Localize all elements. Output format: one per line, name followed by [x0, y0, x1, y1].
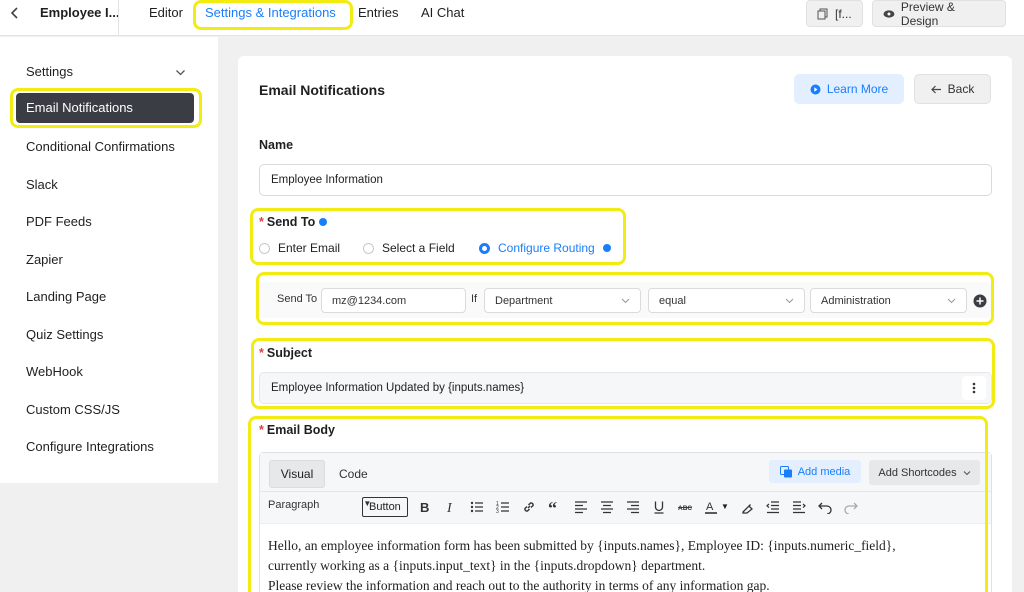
- divider: [118, 0, 119, 36]
- highlight-subject: [251, 338, 995, 409]
- eye-icon: [883, 9, 895, 18]
- name-input[interactable]: Employee Information: [259, 164, 992, 196]
- highlight-email-notifications: [10, 88, 202, 128]
- sidebar-item-webhook[interactable]: WebHook: [26, 364, 83, 379]
- tab-entries[interactable]: Entries: [358, 5, 398, 20]
- learn-more-label: Learn More: [826, 82, 889, 96]
- highlight-send-to: [250, 208, 626, 265]
- sidebar-item-slack[interactable]: Slack: [26, 177, 58, 192]
- sidebar-item-zapier[interactable]: Zapier: [26, 252, 63, 267]
- sidebar-item-settings[interactable]: Settings: [26, 64, 73, 79]
- top-bar: Employee I... Editor Settings & Integrat…: [0, 0, 1024, 36]
- preview-design-button[interactable]: Preview & Design: [872, 0, 1006, 28]
- shortcode-label: [f...: [835, 6, 852, 21]
- back-label: Back: [947, 82, 975, 96]
- name-label: Name: [259, 138, 294, 152]
- highlight-settings-tab: [193, 0, 353, 30]
- highlight-email-body: [248, 416, 988, 592]
- page-title: Email Notifications: [259, 82, 386, 98]
- arrow-left-icon: [930, 85, 941, 93]
- sidebar-item-landing-page[interactable]: Landing Page: [26, 289, 106, 304]
- shortcode-button[interactable]: [f...: [806, 0, 863, 27]
- chevron-left-icon[interactable]: [6, 4, 24, 22]
- highlight-routing: [256, 272, 994, 325]
- chevron-down-icon[interactable]: [175, 67, 186, 78]
- learn-more-button[interactable]: Learn More: [794, 74, 904, 104]
- sidebar-item-conditional-confirmations[interactable]: Conditional Confirmations: [26, 139, 175, 154]
- sidebar-item-configure-integrations[interactable]: Configure Integrations: [26, 439, 154, 454]
- tab-ai-chat[interactable]: AI Chat: [421, 5, 464, 20]
- play-circle-icon: [810, 84, 821, 94]
- sidebar-item-pdf-feeds[interactable]: PDF Feeds: [26, 214, 92, 229]
- sidebar-item-custom-css-js[interactable]: Custom CSS/JS: [26, 402, 120, 417]
- form-name[interactable]: Employee I...: [40, 5, 119, 20]
- tab-editor[interactable]: Editor: [149, 5, 183, 20]
- back-button[interactable]: Back: [914, 74, 991, 104]
- sidebar-item-quiz-settings[interactable]: Quiz Settings: [26, 327, 103, 342]
- preview-label: Preview & Design: [900, 0, 955, 28]
- copy-icon: [817, 8, 828, 19]
